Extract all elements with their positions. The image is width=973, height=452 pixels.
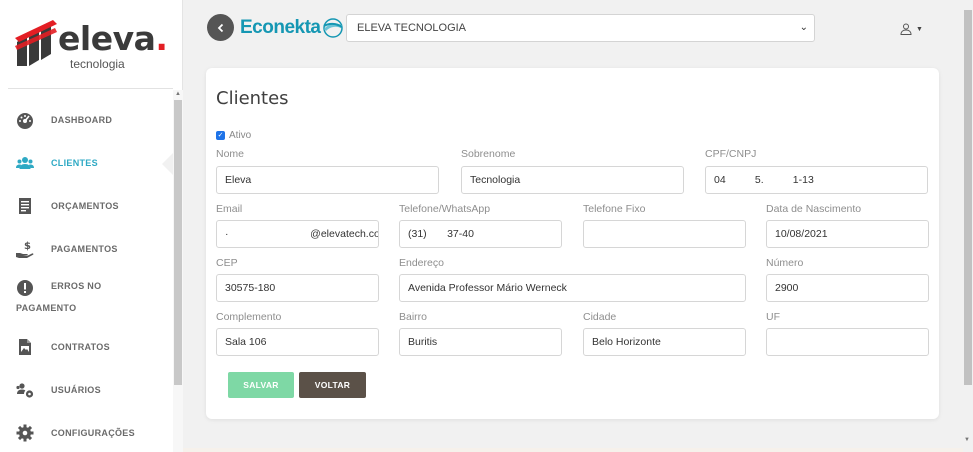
numero-label: Número	[766, 257, 804, 269]
sidebar-item-label: CONTRATOS	[51, 342, 110, 352]
uf-label: UF	[766, 311, 780, 323]
sidebar-item-label-line2: PAGAMENTO	[16, 303, 77, 313]
endereco-field[interactable]: Avenida Professor Mário Werneck	[399, 274, 746, 302]
cidade-field[interactable]: Belo Horizonte	[583, 328, 746, 356]
data-nascimento-label: Data de Nascimento	[766, 203, 862, 215]
eleva-logo-mark-icon	[15, 20, 57, 66]
sidebar-item-usuarios[interactable]: USUÁRIOS	[0, 366, 173, 409]
sidebar-item-clientes[interactable]: CLIENTES	[0, 139, 173, 182]
telefone-whatsapp-field[interactable]: (31) 37-40	[399, 220, 562, 248]
complemento-field[interactable]: Sala 106	[216, 328, 379, 356]
logo-subtitle: tecnologia	[70, 57, 125, 71]
chevron-down-icon: ⌄	[799, 22, 808, 33]
logo-wordmark: eleva.	[58, 19, 168, 58]
back-button[interactable]	[207, 14, 234, 41]
telefone-whatsapp-label: Telefone/WhatsApp	[399, 203, 491, 215]
client-form-card: Clientes ✓ Ativo Nome Eleva Sobrenome Te…	[206, 68, 939, 419]
caret-down-icon: ▼	[916, 25, 923, 33]
sidebar-item-label: ERROS NO	[51, 281, 102, 291]
bottom-edge	[183, 448, 963, 452]
sidebar-item-contratos[interactable]: CONTRATOS	[0, 323, 173, 366]
cpf-cnpj-label: CPF/CNPJ	[705, 148, 757, 160]
scroll-up-arrow-icon[interactable]: ▲	[175, 91, 181, 97]
company-select[interactable]: ELEVA TECNOLOGIA ⌄	[346, 14, 815, 42]
alert-circle-icon	[17, 280, 33, 296]
users-gear-icon	[16, 383, 34, 398]
chevron-left-icon	[217, 23, 223, 32]
sidebar-item-configuracoes[interactable]: CONFIGURAÇÕES	[0, 409, 173, 452]
user-icon	[900, 23, 912, 35]
nome-field[interactable]: Eleva	[216, 166, 439, 194]
svg-text:$: $	[24, 241, 31, 252]
cpf-cnpj-field[interactable]: 04 5. 1-13	[705, 166, 928, 194]
econekta-brand: Econekta	[240, 14, 344, 42]
cep-field[interactable]: 30575-180	[216, 274, 379, 302]
brand-name: Econekta	[240, 17, 321, 38]
data-nascimento-field[interactable]: 10/08/2021	[766, 220, 929, 248]
cep-label: CEP	[216, 257, 238, 269]
users-icon	[16, 157, 34, 169]
complemento-label: Complemento	[216, 311, 282, 323]
page-title: Clientes	[216, 88, 289, 109]
ativo-checkbox-row: ✓ Ativo	[216, 130, 251, 141]
sidebar-nav: DASHBOARD CLIENTES ORÇAMENTOS $ PAGAMENT…	[0, 96, 173, 452]
sidebar-item-label: ORÇAMENTOS	[51, 201, 119, 211]
sidebar-item-dashboard[interactable]: DASHBOARD	[0, 96, 173, 139]
sidebar-item-label: PAGAMENTOS	[51, 244, 118, 254]
cidade-label: Cidade	[583, 311, 617, 323]
sidebar-item-label: CONFIGURAÇÕES	[51, 428, 135, 438]
save-button[interactable]: SALVAR	[228, 372, 294, 398]
econekta-logo-icon	[323, 18, 344, 38]
bairro-field[interactable]: Buritis	[399, 328, 562, 356]
sidebar: eleva. tecnologia DASHBOARD CLIENTES ORÇ…	[0, 0, 183, 452]
sidebar-divider	[8, 88, 173, 89]
topbar: Econekta ELEVA TECNOLOGIA ⌄ ▼	[183, 0, 963, 56]
sidebar-scrollbar-thumb[interactable]	[174, 100, 182, 385]
numero-field[interactable]: 2900	[766, 274, 929, 302]
sobrenome-label: Sobrenome	[461, 148, 516, 160]
eleva-logo[interactable]: eleva. tecnologia	[10, 14, 170, 74]
back-form-button[interactable]: VOLTAR	[299, 372, 366, 398]
nome-label: Nome	[216, 148, 245, 160]
sidebar-item-label: USUÁRIOS	[51, 385, 101, 395]
page-scrollbar-thumb[interactable]	[964, 10, 972, 385]
active-item-indicator	[162, 153, 173, 175]
document-list-icon	[19, 198, 31, 214]
company-select-value: ELEVA TECNOLOGIA	[357, 22, 467, 34]
sidebar-item-label: DASHBOARD	[51, 115, 113, 125]
uf-field[interactable]	[766, 328, 929, 356]
sidebar-item-erros-no-pagamento[interactable]: ERROS NO PAGAMENTO	[0, 268, 173, 323]
ativo-label: Ativo	[229, 130, 252, 141]
gear-icon	[16, 424, 34, 442]
sidebar-item-pagamentos[interactable]: $ PAGAMENTOS	[0, 225, 173, 268]
email-label: Email	[216, 203, 243, 215]
telefone-fixo-label: Telefone Fixo	[583, 203, 646, 215]
user-menu[interactable]: ▼	[900, 19, 930, 39]
endereco-label: Endereço	[399, 257, 444, 269]
telefone-fixo-field[interactable]	[583, 220, 746, 248]
ativo-checkbox[interactable]: ✓	[216, 131, 225, 140]
email-field[interactable]: · @elevatech.com	[216, 220, 379, 248]
scroll-down-arrow-icon[interactable]: ▼	[964, 437, 970, 443]
bairro-label: Bairro	[399, 311, 428, 323]
sobrenome-field[interactable]: Tecnologia	[461, 166, 684, 194]
hand-dollar-icon: $	[16, 241, 34, 258]
sidebar-item-label: CLIENTES	[51, 158, 98, 168]
sidebar-item-orcamentos[interactable]: ORÇAMENTOS	[0, 182, 173, 225]
file-image-icon	[19, 339, 31, 355]
dashboard-gauge-icon	[17, 113, 33, 129]
